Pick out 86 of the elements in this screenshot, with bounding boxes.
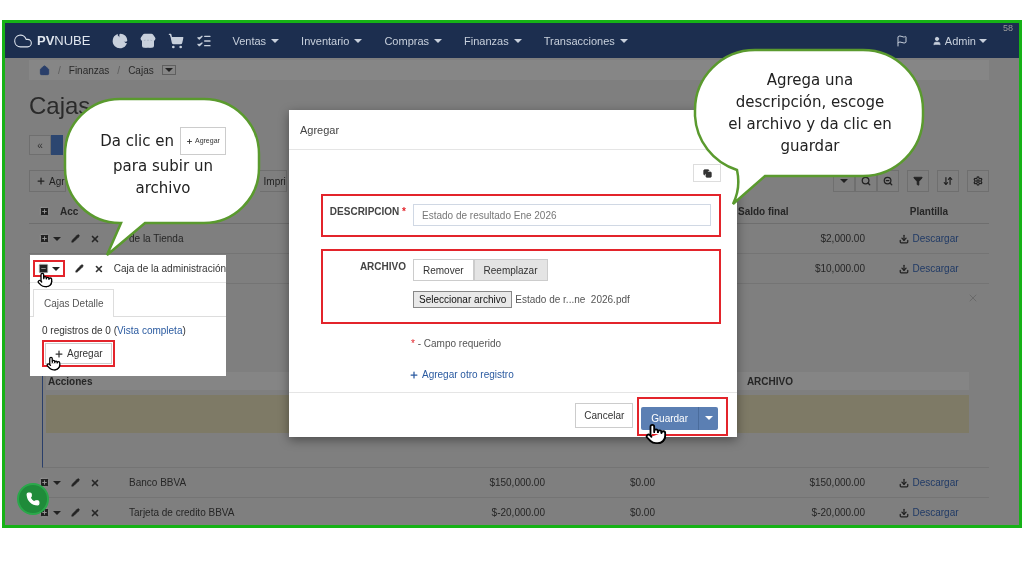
collapse-button[interactable] <box>38 263 60 274</box>
table-cell-text: $-20,000.00 <box>810 507 866 518</box>
description-field[interactable]: Estado de resultado Ene 2026 <box>413 204 711 226</box>
breadcrumb-separator: / <box>58 64 61 76</box>
plus-icon <box>54 348 64 359</box>
save-button[interactable]: Guardar <box>641 406 698 430</box>
breadcrumb-link[interactable]: Finanzas <box>68 64 110 76</box>
table-cell-text: Tarjeta de credito BBVA <box>129 507 236 518</box>
user-icon <box>931 35 942 46</box>
column-header: Saldo final <box>738 206 790 217</box>
page-number: 58 <box>1003 23 1013 33</box>
nav-menu[interactable]: Transacciones <box>543 34 628 47</box>
sort-button[interactable] <box>937 170 959 192</box>
hand-cursor-icon <box>46 356 61 371</box>
phone-button[interactable] <box>17 483 49 515</box>
expand-all-icon[interactable] <box>39 206 50 217</box>
expand-button[interactable] <box>39 233 61 244</box>
segment-button[interactable]: Remover <box>413 259 474 281</box>
add-another-link[interactable]: Agregar otro registro <box>409 369 514 380</box>
breadcrumb-item: Cajas <box>128 64 154 76</box>
plus-icon <box>36 176 46 186</box>
cancel-button[interactable]: Cancelar <box>575 402 634 428</box>
file-name: Estado de r...ne 2026.pdf <box>515 294 630 305</box>
cart-icon[interactable] <box>168 32 185 49</box>
download-icon <box>899 507 910 518</box>
user-menu[interactable]: Admin <box>931 34 987 47</box>
zoom-out-icon <box>883 176 893 186</box>
table-cell-text: Banco BBVA <box>129 477 188 488</box>
download-icon <box>899 477 910 488</box>
nav-menu[interactable]: Ventas <box>232 34 280 47</box>
store-icon[interactable] <box>140 32 157 49</box>
sort-icon <box>943 176 953 186</box>
required-note: * - Campo requerido <box>411 338 503 349</box>
dropdown-button[interactable] <box>161 65 176 75</box>
expand-button[interactable] <box>39 477 61 488</box>
table-cell-text: $0.00 <box>628 477 656 488</box>
settings-icon <box>973 176 983 186</box>
settings-button[interactable] <box>967 170 989 192</box>
callout-text: para subir un archivo <box>112 156 214 199</box>
hand-cursor-icon <box>37 272 53 288</box>
table-cell-text: $0.00 <box>628 507 656 518</box>
download-icon <box>899 263 910 274</box>
table-cell-text: $-20,000.00 <box>490 507 546 518</box>
pie-chart-icon[interactable] <box>112 32 129 49</box>
column-header: ARCHIVO <box>746 375 793 387</box>
row-name: Caja de la administración <box>113 263 226 274</box>
nav-menu[interactable]: Finanzas <box>464 34 522 47</box>
choose-file-button[interactable]: Seleccionar archivo <box>413 291 513 308</box>
save-options-button[interactable] <box>698 406 718 430</box>
callout-text: Da clic en <box>100 131 174 152</box>
nav-menu[interactable]: Inventario <box>301 34 363 47</box>
phone-icon <box>26 492 40 506</box>
column-header: Plantilla <box>909 206 949 217</box>
caret-icon <box>979 38 987 43</box>
add-button[interactable]: Agregar <box>45 343 112 364</box>
plus-icon <box>409 369 419 380</box>
modal-title: Agregar <box>300 123 340 136</box>
tab[interactable]: Cajas Detalle <box>33 289 115 317</box>
table-cell-text: $10,000.00 <box>813 263 866 274</box>
table-cell-text: $150,000.00 <box>808 477 866 488</box>
table-cell-text: de la Tienda <box>129 233 185 244</box>
record-count: 0 registros de 0 (Vista completa) <box>42 325 187 336</box>
copy-button[interactable] <box>693 164 721 182</box>
plus-icon <box>185 137 193 145</box>
add-button[interactable]: Agr <box>29 170 66 192</box>
download-icon <box>899 233 910 244</box>
field-label: ARCHIVO <box>358 260 407 274</box>
logo: PVNUBE <box>13 30 91 51</box>
nav-menu[interactable]: Compras <box>384 34 443 47</box>
home-icon[interactable] <box>39 64 50 76</box>
delete-icon[interactable] <box>93 263 104 274</box>
search-icon <box>861 176 871 186</box>
segment-button[interactable]: Reemplazar <box>473 259 548 281</box>
filter-button[interactable] <box>907 170 929 192</box>
callout-text: Agrega una descripción, escoge el archivo y da clic en guardar <box>727 70 893 157</box>
edit-icon[interactable] <box>75 264 84 273</box>
breadcrumb-separator: / <box>117 64 121 76</box>
copy-icon <box>702 168 712 178</box>
column-header: Acc <box>60 206 79 217</box>
table-cell-text: $2,000.00 <box>819 233 866 244</box>
field-label: DESCRIPCION * <box>328 205 407 219</box>
full-view-link[interactable]: Vista completa <box>117 325 183 336</box>
column-header: Acciones <box>48 375 93 387</box>
table-cell-text: $150,000.00 <box>488 477 546 488</box>
filter-icon <box>913 176 923 186</box>
flag-icon[interactable] <box>895 34 908 47</box>
